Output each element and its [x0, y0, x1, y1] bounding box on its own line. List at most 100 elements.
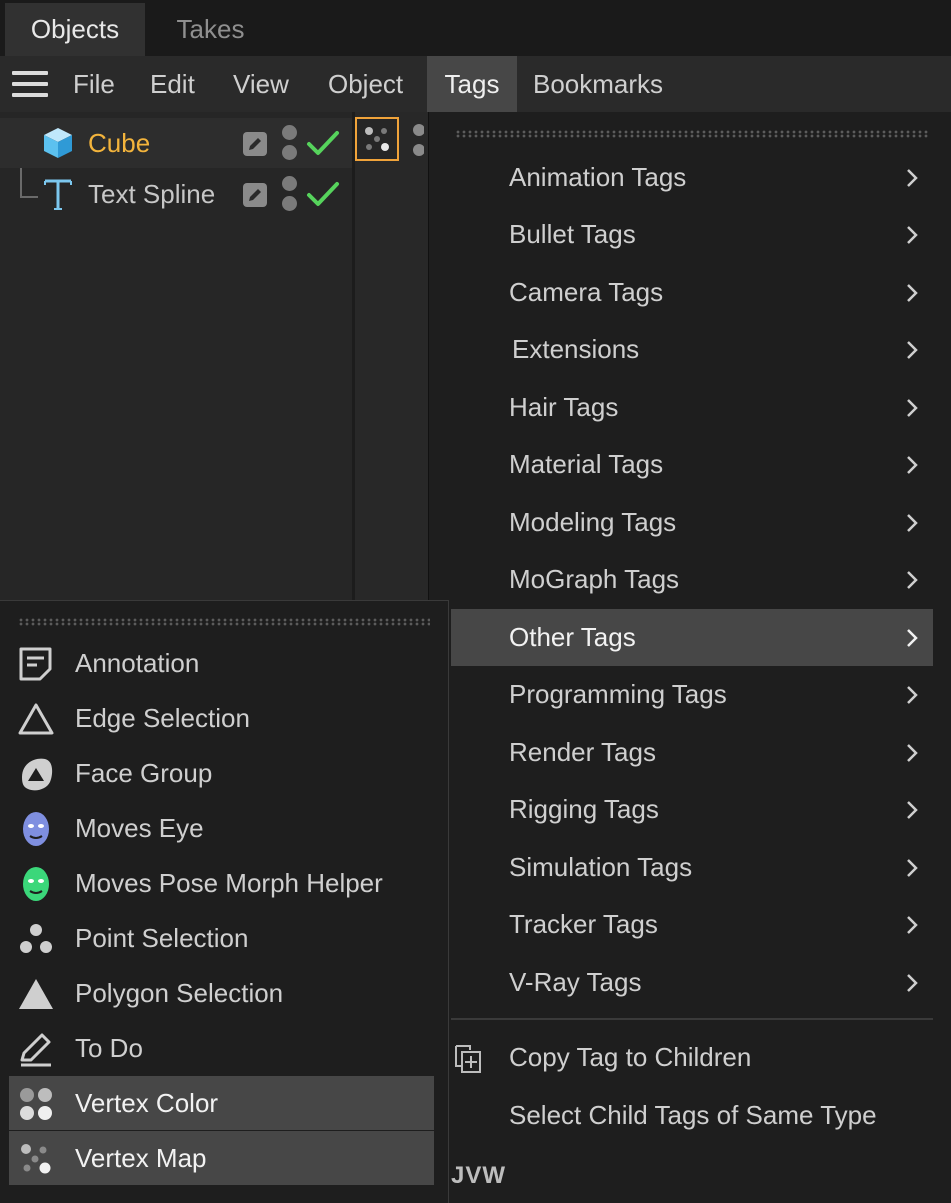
- menu-item-label: Rigging Tags: [509, 794, 659, 824]
- menu-item-copy-tag-to-children[interactable]: Copy Tag to Children: [451, 1029, 933, 1086]
- menu-item-mograph-tags[interactable]: MoGraph Tags: [451, 551, 933, 608]
- tags-dropdown-menu: Animation Tags Bullet Tags Camera Tags E…: [428, 112, 951, 1203]
- vertex-map-tag-icon[interactable]: [355, 117, 399, 161]
- render-visibility-dots[interactable]: [282, 124, 298, 164]
- enabled-check-icon[interactable]: [306, 128, 340, 158]
- chevron-right-icon: [907, 801, 918, 819]
- chevron-right-icon: [907, 974, 918, 992]
- tags-column: [352, 112, 430, 602]
- menu-item-label: Select Child Tags of Same Type: [509, 1100, 877, 1130]
- chevron-right-icon: [907, 226, 918, 244]
- menu-item-label: Vertex Map: [75, 1143, 207, 1173]
- chevron-right-icon: [907, 686, 918, 704]
- object-name[interactable]: Cube: [88, 118, 150, 168]
- editor-visibility-icon[interactable]: [242, 182, 268, 208]
- other-tags-submenu: Annotation Edge Selection Face Group Mov…: [0, 600, 449, 1203]
- point-selection-icon: [20, 924, 52, 953]
- chevron-right-icon: [907, 629, 918, 647]
- submenu-item-vertex-map[interactable]: Vertex Map: [9, 1131, 434, 1185]
- menu-object[interactable]: Object: [328, 56, 403, 112]
- menu-item-label: Extensions: [512, 334, 640, 364]
- submenu-item-moves-eye[interactable]: Moves Eye: [9, 801, 434, 855]
- menu-item-bullet-tags[interactable]: Bullet Tags: [451, 206, 933, 263]
- object-name[interactable]: Text Spline: [88, 169, 215, 219]
- chevron-right-icon: [907, 744, 918, 762]
- chevron-right-icon: [907, 859, 918, 877]
- menu-item-label: Point Selection: [75, 923, 249, 953]
- menu-item-label: Simulation Tags: [509, 852, 693, 882]
- menu-item-label: Face Group: [75, 758, 213, 788]
- menu-item-other-tags[interactable]: Other Tags: [451, 609, 933, 666]
- menu-file[interactable]: File: [73, 56, 115, 112]
- copy-to-children-icon: [455, 1045, 481, 1073]
- chevron-right-icon: [907, 456, 918, 474]
- object-row-cube[interactable]: Cube: [0, 118, 352, 168]
- menu-item-label: Moves Pose Morph Helper: [75, 868, 383, 898]
- menu-item-label: Bullet Tags: [509, 219, 636, 249]
- submenu-item-to-do[interactable]: To Do: [9, 1021, 434, 1075]
- menu-item-vray-tags[interactable]: V-Ray Tags: [451, 954, 933, 1011]
- menu-item-label: Vertex Color: [75, 1088, 219, 1118]
- tab-objects[interactable]: Objects: [5, 3, 145, 56]
- submenu-item-face-group[interactable]: Face Group: [9, 746, 434, 800]
- submenu-item-polygon-selection[interactable]: Polygon Selection: [9, 966, 434, 1020]
- menu-item-modeling-tags[interactable]: Modeling Tags: [451, 494, 933, 551]
- moves-eye-icon: [23, 812, 49, 846]
- menu-item-programming-tags[interactable]: Programming Tags: [451, 666, 933, 723]
- enabled-check-icon[interactable]: [306, 179, 340, 209]
- menu-item-label: Material Tags: [509, 449, 664, 479]
- menu-view[interactable]: View: [233, 56, 289, 112]
- chevron-right-icon: [907, 571, 918, 589]
- menu-item-simulation-tags[interactable]: Simulation Tags: [451, 839, 933, 896]
- menu-item-label: MoGraph Tags: [509, 564, 680, 594]
- menu-edit[interactable]: Edit: [150, 56, 195, 112]
- menu-item-extensions[interactable]: Extensions: [451, 321, 933, 378]
- menu-footer-label: JVW: [451, 1162, 507, 1189]
- menu-item-animation-tags[interactable]: Animation Tags: [451, 149, 933, 206]
- editor-visibility-icon[interactable]: [242, 131, 268, 157]
- menu-item-rigging-tags[interactable]: Rigging Tags: [451, 781, 933, 838]
- menu-item-hair-tags[interactable]: Hair Tags: [451, 379, 933, 436]
- object-row-text-spline[interactable]: Text Spline: [0, 169, 352, 219]
- submenu-item-vertex-color[interactable]: Vertex Color: [9, 1076, 434, 1130]
- menu-item-label: Edge Selection: [75, 703, 250, 733]
- menu-bookmarks[interactable]: Bookmarks: [533, 56, 663, 112]
- menu-bar: File Edit View Object Tags Bookmarks: [0, 56, 951, 112]
- menu-tags[interactable]: Tags: [427, 56, 517, 112]
- submenu-item-point-selection[interactable]: Point Selection: [9, 911, 434, 965]
- moves-pose-morph-icon: [23, 867, 49, 901]
- menu-item-tracker-tags[interactable]: Tracker Tags: [451, 896, 933, 953]
- menu-item-select-child-tags[interactable]: Select Child Tags of Same Type: [451, 1087, 933, 1144]
- menu-tearoff-handle[interactable]: [455, 130, 929, 138]
- object-tree: Cube Text Spline: [0, 112, 352, 602]
- menu-item-label: Copy Tag to Children: [509, 1042, 752, 1072]
- menu-item-render-tags[interactable]: Render Tags: [451, 724, 933, 781]
- tab-takes[interactable]: Takes: [148, 3, 273, 56]
- render-visibility-dots[interactable]: [282, 175, 298, 215]
- submenu-item-edge-selection[interactable]: Edge Selection: [9, 691, 434, 745]
- polygon-selection-icon: [19, 979, 53, 1009]
- edge-selection-icon: [18, 703, 54, 735]
- menu-item-material-tags[interactable]: Material Tags: [451, 436, 933, 493]
- menu-item-label: Camera Tags: [509, 277, 664, 307]
- menu-item-label: Programming Tags: [509, 679, 727, 709]
- chevron-right-icon: [907, 284, 918, 302]
- menu-item-label: Animation Tags: [509, 162, 687, 192]
- menu-item-label: Annotation: [75, 648, 200, 678]
- submenu-item-moves-pose-morph-helper[interactable]: Moves Pose Morph Helper: [9, 856, 434, 910]
- menu-tearoff-handle[interactable]: [18, 618, 430, 626]
- text-spline-icon: [44, 179, 72, 210]
- menu-item-label: To Do: [75, 1033, 143, 1063]
- menu-item-label: V-Ray Tags: [509, 967, 642, 997]
- chevron-right-icon: [907, 916, 918, 934]
- chevron-right-icon: [907, 169, 918, 187]
- hamburger-menu-icon[interactable]: [12, 71, 48, 98]
- menu-item-camera-tags[interactable]: Camera Tags: [451, 264, 933, 321]
- tag-icon-partial[interactable]: [410, 122, 424, 160]
- annotation-icon: [19, 647, 52, 681]
- menu-item-label: Modeling Tags: [509, 507, 677, 537]
- panel-tab-bar: Objects Takes: [0, 0, 951, 56]
- submenu-item-annotation[interactable]: Annotation: [9, 636, 434, 690]
- chevron-right-icon: [907, 514, 918, 532]
- cube-icon: [44, 128, 72, 158]
